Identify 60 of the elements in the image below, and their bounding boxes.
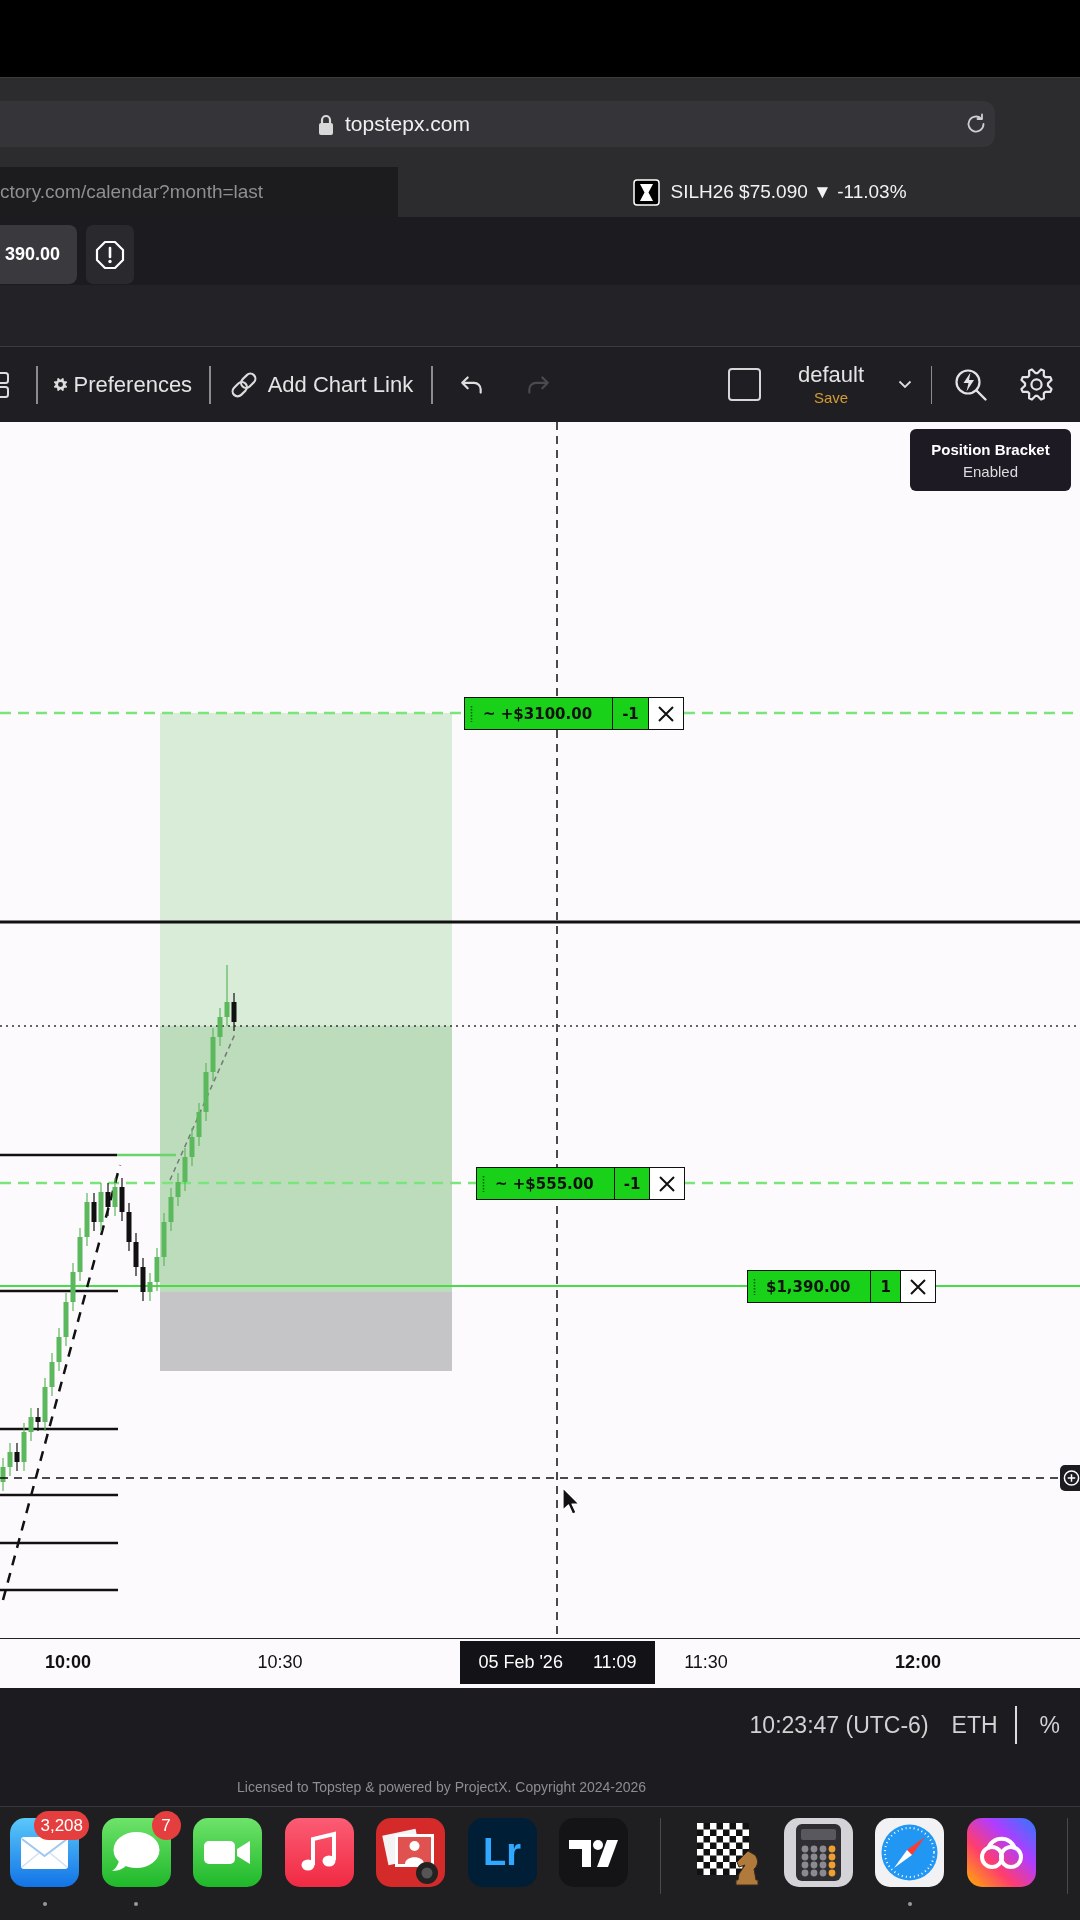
add-chart-link-button[interactable]: Add Chart Link <box>228 369 414 400</box>
close-icon <box>656 704 675 723</box>
balance-button[interactable]: 390.00 <box>0 225 77 284</box>
music-note-icon[interactable] <box>284 1818 354 1887</box>
time-label: 11:30 <box>684 1652 728 1673</box>
order-tag[interactable]: ~ +$555.00 -1 <box>476 1167 686 1200</box>
crosshair-add-button[interactable] <box>1060 1465 1080 1491</box>
grip-icon[interactable] <box>753 1278 756 1295</box>
clock-text: 10:23:47 (UTC-6) <box>749 1711 929 1739</box>
undo-icon[interactable] <box>458 373 485 396</box>
percent-button[interactable]: % <box>1039 1711 1060 1739</box>
grip-icon[interactable] <box>470 705 473 722</box>
compass-icon[interactable] <box>875 1818 944 1887</box>
layout-icon[interactable] <box>0 370 10 399</box>
close-button[interactable] <box>899 1271 935 1302</box>
order-value: ~ +$555.00 <box>495 1174 594 1193</box>
alert-button[interactable] <box>86 225 134 284</box>
address-bar[interactable]: topstepx.com <box>0 101 995 147</box>
notification-badge: 7 <box>151 1811 181 1840</box>
crosshair-time: 11:09 <box>592 1652 637 1673</box>
tooltip-title: Position Bracket <box>931 440 1050 458</box>
checkbox[interactable] <box>727 368 761 401</box>
close-icon <box>658 1174 677 1193</box>
photo-stack-icon[interactable] <box>376 1818 445 1887</box>
lock-icon <box>318 113 334 135</box>
copyright-text: Licensed to Topstep & powered by ProjectX. Copyright 2024-2026 <box>237 1779 647 1795</box>
order-value: ~ +$3100.00 <box>483 704 593 723</box>
bolt-search-icon[interactable] <box>954 367 988 402</box>
app-icon[interactable]: Lr <box>467 1818 537 1887</box>
order-quantity[interactable]: -1 <box>612 698 648 729</box>
settings-icon[interactable] <box>1019 367 1054 402</box>
cursor-icon <box>562 1487 580 1515</box>
order-tag[interactable]: ~ +$3100.00 -1 <box>464 697 684 730</box>
save-link[interactable]: Save <box>813 390 849 405</box>
video-camera-icon[interactable] <box>193 1818 262 1887</box>
logo-icon[interactable] <box>559 1818 628 1887</box>
order-value: $1,390.00 <box>766 1277 851 1296</box>
notification-badge: 3,208 <box>34 1811 89 1840</box>
tooltip-status: Enabled <box>962 462 1019 480</box>
alert-icon <box>95 239 125 270</box>
layout-name[interactable]: default <box>797 364 865 386</box>
grip-icon[interactable] <box>482 1175 485 1192</box>
order-tag[interactable]: $1,390.00 1 <box>747 1270 936 1303</box>
rainbow-loops-icon[interactable] <box>966 1818 1036 1887</box>
time-label: 12:00 <box>895 1652 941 1673</box>
browser-tab[interactable]: ctory.com/calendar?month=last <box>0 167 398 217</box>
plus-icon <box>1063 1469 1080 1487</box>
speech-bubble-icon[interactable] <box>101 1818 171 1887</box>
time-label: 10:00 <box>45 1652 91 1673</box>
close-icon <box>908 1277 927 1296</box>
gear-icon <box>52 377 68 392</box>
close-button[interactable] <box>649 1168 685 1199</box>
preferences-button[interactable]: Preferences <box>52 371 193 398</box>
order-quantity[interactable]: 1 <box>870 1271 900 1302</box>
time-label: 10:30 <box>257 1652 303 1673</box>
crosshair-date: 05 Feb '26 <box>478 1652 563 1673</box>
close-button[interactable] <box>647 698 683 729</box>
calculator-icon[interactable] <box>783 1818 853 1887</box>
session-button[interactable]: ETH <box>951 1711 998 1739</box>
chevron-down-icon[interactable] <box>897 380 912 389</box>
